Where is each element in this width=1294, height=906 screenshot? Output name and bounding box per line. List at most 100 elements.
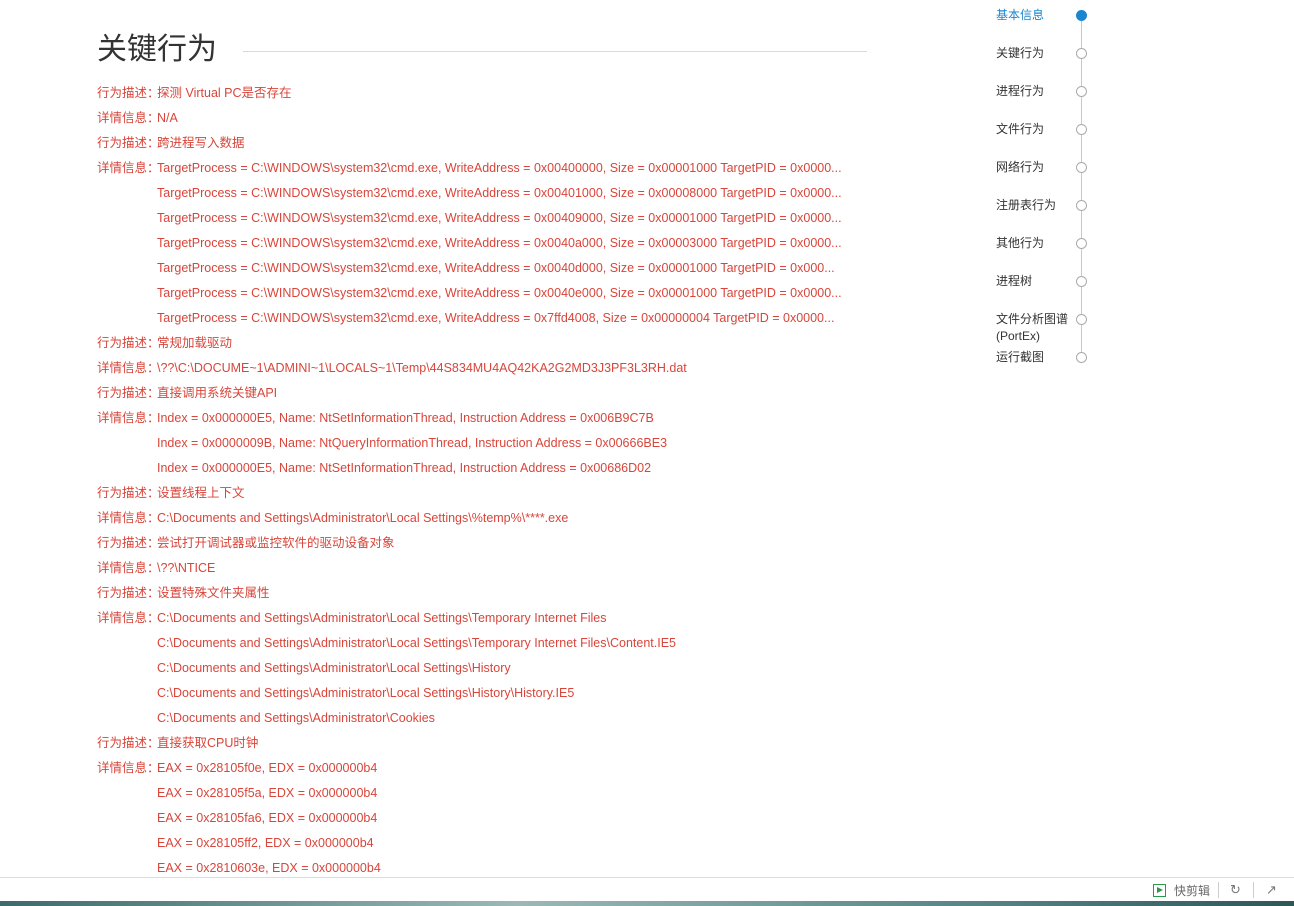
behavior-row: 行为描述： 设置特殊文件夹属性 — [97, 581, 872, 606]
row-value: TargetProcess = C:\WINDOWS\system32\cmd.… — [157, 161, 842, 175]
pin-icon: ↗ — [1266, 882, 1277, 897]
row-label: 行为描述： — [97, 136, 160, 150]
row-label — [97, 681, 157, 706]
nav-dot-icon — [1076, 314, 1087, 325]
nav-dot-icon — [1076, 162, 1087, 173]
row-label — [97, 281, 157, 306]
nav-item-label: 注册表行为 — [996, 198, 1057, 212]
behavior-row: 详情信息： EAX = 0x28105f0e, EDX = 0x000000b4 — [97, 756, 872, 781]
row-value: Index = 0x0000009B, Name: NtQueryInforma… — [157, 436, 668, 450]
row-value: C:\Documents and Settings\Administrator\… — [157, 711, 435, 725]
behavior-list: 行为描述： 探测 Virtual PC是否存在 详情信息： N/A 行为描述： 跨进程写入… — [97, 81, 872, 881]
nav-dot-icon — [1076, 48, 1087, 59]
status-divider — [1218, 882, 1219, 898]
row-label: 详情信息： — [97, 161, 160, 175]
nav-item-label: 网络行为 — [996, 160, 1045, 174]
section-title: 关键行为 — [97, 33, 217, 66]
row-label: 详情信息： — [97, 761, 160, 775]
row-label: 行为描述： — [97, 386, 160, 400]
nav-dot-icon — [1076, 352, 1087, 363]
row-value: C:\Documents and Settings\Administrator\… — [157, 686, 575, 700]
row-value: TargetProcess = C:\WINDOWS\system32\cmd.… — [157, 286, 842, 300]
section-header: 关键行为 — [97, 30, 867, 70]
row-label: 行为描述： — [97, 336, 160, 350]
row-label — [97, 306, 157, 331]
row-value: Index = 0x000000E5, Name: NtSetInformati… — [157, 461, 652, 475]
behavior-row: 详情信息： \??\NTICE — [97, 556, 872, 581]
row-label: 行为描述： — [97, 486, 160, 500]
row-label — [97, 631, 157, 656]
behavior-row: EAX = 0x28105fa6, EDX = 0x000000b4 — [97, 806, 872, 831]
behavior-row: 行为描述： 直接获取CPU时钟 — [97, 731, 872, 756]
behavior-row: 行为描述： 尝试打开调试器或监控软件的驱动设备对象 — [97, 531, 872, 556]
nav-item-label: 关键行为 — [996, 46, 1045, 60]
row-label — [97, 706, 157, 731]
behavior-row: EAX = 0x28105ff2, EDX = 0x000000b4 — [97, 831, 872, 856]
row-value: EAX = 0x28105f0e, EDX = 0x000000b4 — [157, 761, 378, 775]
behavior-row: TargetProcess = C:\WINDOWS\system32\cmd.… — [97, 281, 872, 306]
row-value: 直接获取CPU时钟 — [157, 736, 259, 750]
row-label: 详情信息： — [97, 511, 160, 525]
behavior-row: EAX = 0x28105f5a, EDX = 0x000000b4 — [97, 781, 872, 806]
behavior-row: 行为描述： 跨进程写入数据 — [97, 131, 872, 156]
row-label: 详情信息： — [97, 561, 160, 575]
behavior-row: 详情信息： C:\Documents and Settings\Administr… — [97, 506, 872, 531]
behavior-row: C:\Documents and Settings\Administrator\… — [97, 706, 872, 731]
behavior-row: 行为描述： 探测 Virtual PC是否存在 — [97, 81, 872, 106]
row-label: 详情信息： — [97, 361, 160, 375]
snip-label: 快剪辑 — [1174, 883, 1211, 898]
refresh-icon: ↻ — [1230, 882, 1241, 897]
row-label — [97, 256, 157, 281]
nav-item-label: 进程树 — [996, 274, 1033, 288]
status-bar: 快剪辑 ↻ ↗ — [0, 877, 1294, 902]
row-value: 设置特殊文件夹属性 — [157, 586, 270, 600]
snip-button[interactable]: 快剪辑 — [1153, 881, 1210, 899]
behavior-row: C:\Documents and Settings\Administrator\… — [97, 631, 872, 656]
nav-item-label: 基本信息 — [996, 8, 1045, 22]
row-value: TargetProcess = C:\WINDOWS\system32\cmd.… — [157, 186, 842, 200]
row-value: \??\NTICE — [157, 561, 216, 575]
behavior-row: C:\Documents and Settings\Administrator\… — [97, 656, 872, 681]
row-value: 设置线程上下文 — [157, 486, 245, 500]
behavior-row: 行为描述： 设置线程上下文 — [97, 481, 872, 506]
row-label: 行为描述： — [97, 736, 160, 750]
behavior-row: 详情信息： C:\Documents and Settings\Administr… — [97, 606, 872, 631]
nav-dot-icon — [1076, 238, 1087, 249]
row-label — [97, 781, 157, 806]
taskbar-edge — [0, 901, 1294, 906]
row-label: 行为描述： — [97, 86, 160, 100]
section-divider — [243, 50, 867, 52]
row-value: EAX = 0x28105f5a, EDX = 0x000000b4 — [157, 786, 378, 800]
row-label — [97, 831, 157, 856]
row-value: \??\C:\DOCUME~1\ADMINI~1\LOCALS~1\Temp\4… — [157, 361, 687, 375]
row-value: C:\Documents and Settings\Administrator\… — [157, 636, 676, 650]
row-value: 探测 Virtual PC是否存在 — [157, 86, 292, 100]
nav-item-label: 文件分析图谱(PortEx) — [996, 312, 1069, 343]
row-value: TargetProcess = C:\WINDOWS\system32\cmd.… — [157, 261, 835, 275]
pin-button[interactable]: ↗ — [1266, 881, 1277, 899]
behavior-row: TargetProcess = C:\WINDOWS\system32\cmd.… — [97, 206, 872, 231]
behavior-row: Index = 0x0000009B, Name: NtQueryInforma… — [97, 431, 872, 456]
nav-dot-icon — [1076, 200, 1087, 211]
behavior-row: TargetProcess = C:\WINDOWS\system32\cmd.… — [97, 256, 872, 281]
row-value: TargetProcess = C:\WINDOWS\system32\cmd.… — [157, 236, 842, 250]
nav-item-label: 进程行为 — [996, 84, 1045, 98]
row-value: TargetProcess = C:\WINDOWS\system32\cmd.… — [157, 211, 842, 225]
behavior-row: 详情信息： Index = 0x000000E5, Name: NtSetInfo… — [97, 406, 872, 431]
row-label: 行为描述： — [97, 586, 160, 600]
behavior-row: 详情信息： \??\C:\DOCUME~1\ADMINI~1\LOCALS~1\T… — [97, 356, 872, 381]
nav-timeline-line — [1081, 15, 1082, 357]
row-label — [97, 431, 157, 456]
row-value: 常规加载驱动 — [157, 336, 233, 350]
nav-item-label: 其他行为 — [996, 236, 1045, 250]
behavior-row: TargetProcess = C:\WINDOWS\system32\cmd.… — [97, 306, 872, 331]
row-label — [97, 206, 157, 231]
row-value: N/A — [157, 111, 178, 125]
status-divider — [1253, 882, 1254, 898]
behavior-row: Index = 0x000000E5, Name: NtSetInformati… — [97, 456, 872, 481]
behavior-row: 详情信息： TargetProcess = C:\WINDOWS\system32… — [97, 156, 872, 181]
behavior-row: 行为描述： 直接调用系统关键API — [97, 381, 872, 406]
row-value: TargetProcess = C:\WINDOWS\system32\cmd.… — [157, 311, 835, 325]
refresh-button[interactable]: ↻ — [1230, 881, 1241, 899]
row-label: 详情信息： — [97, 611, 160, 625]
